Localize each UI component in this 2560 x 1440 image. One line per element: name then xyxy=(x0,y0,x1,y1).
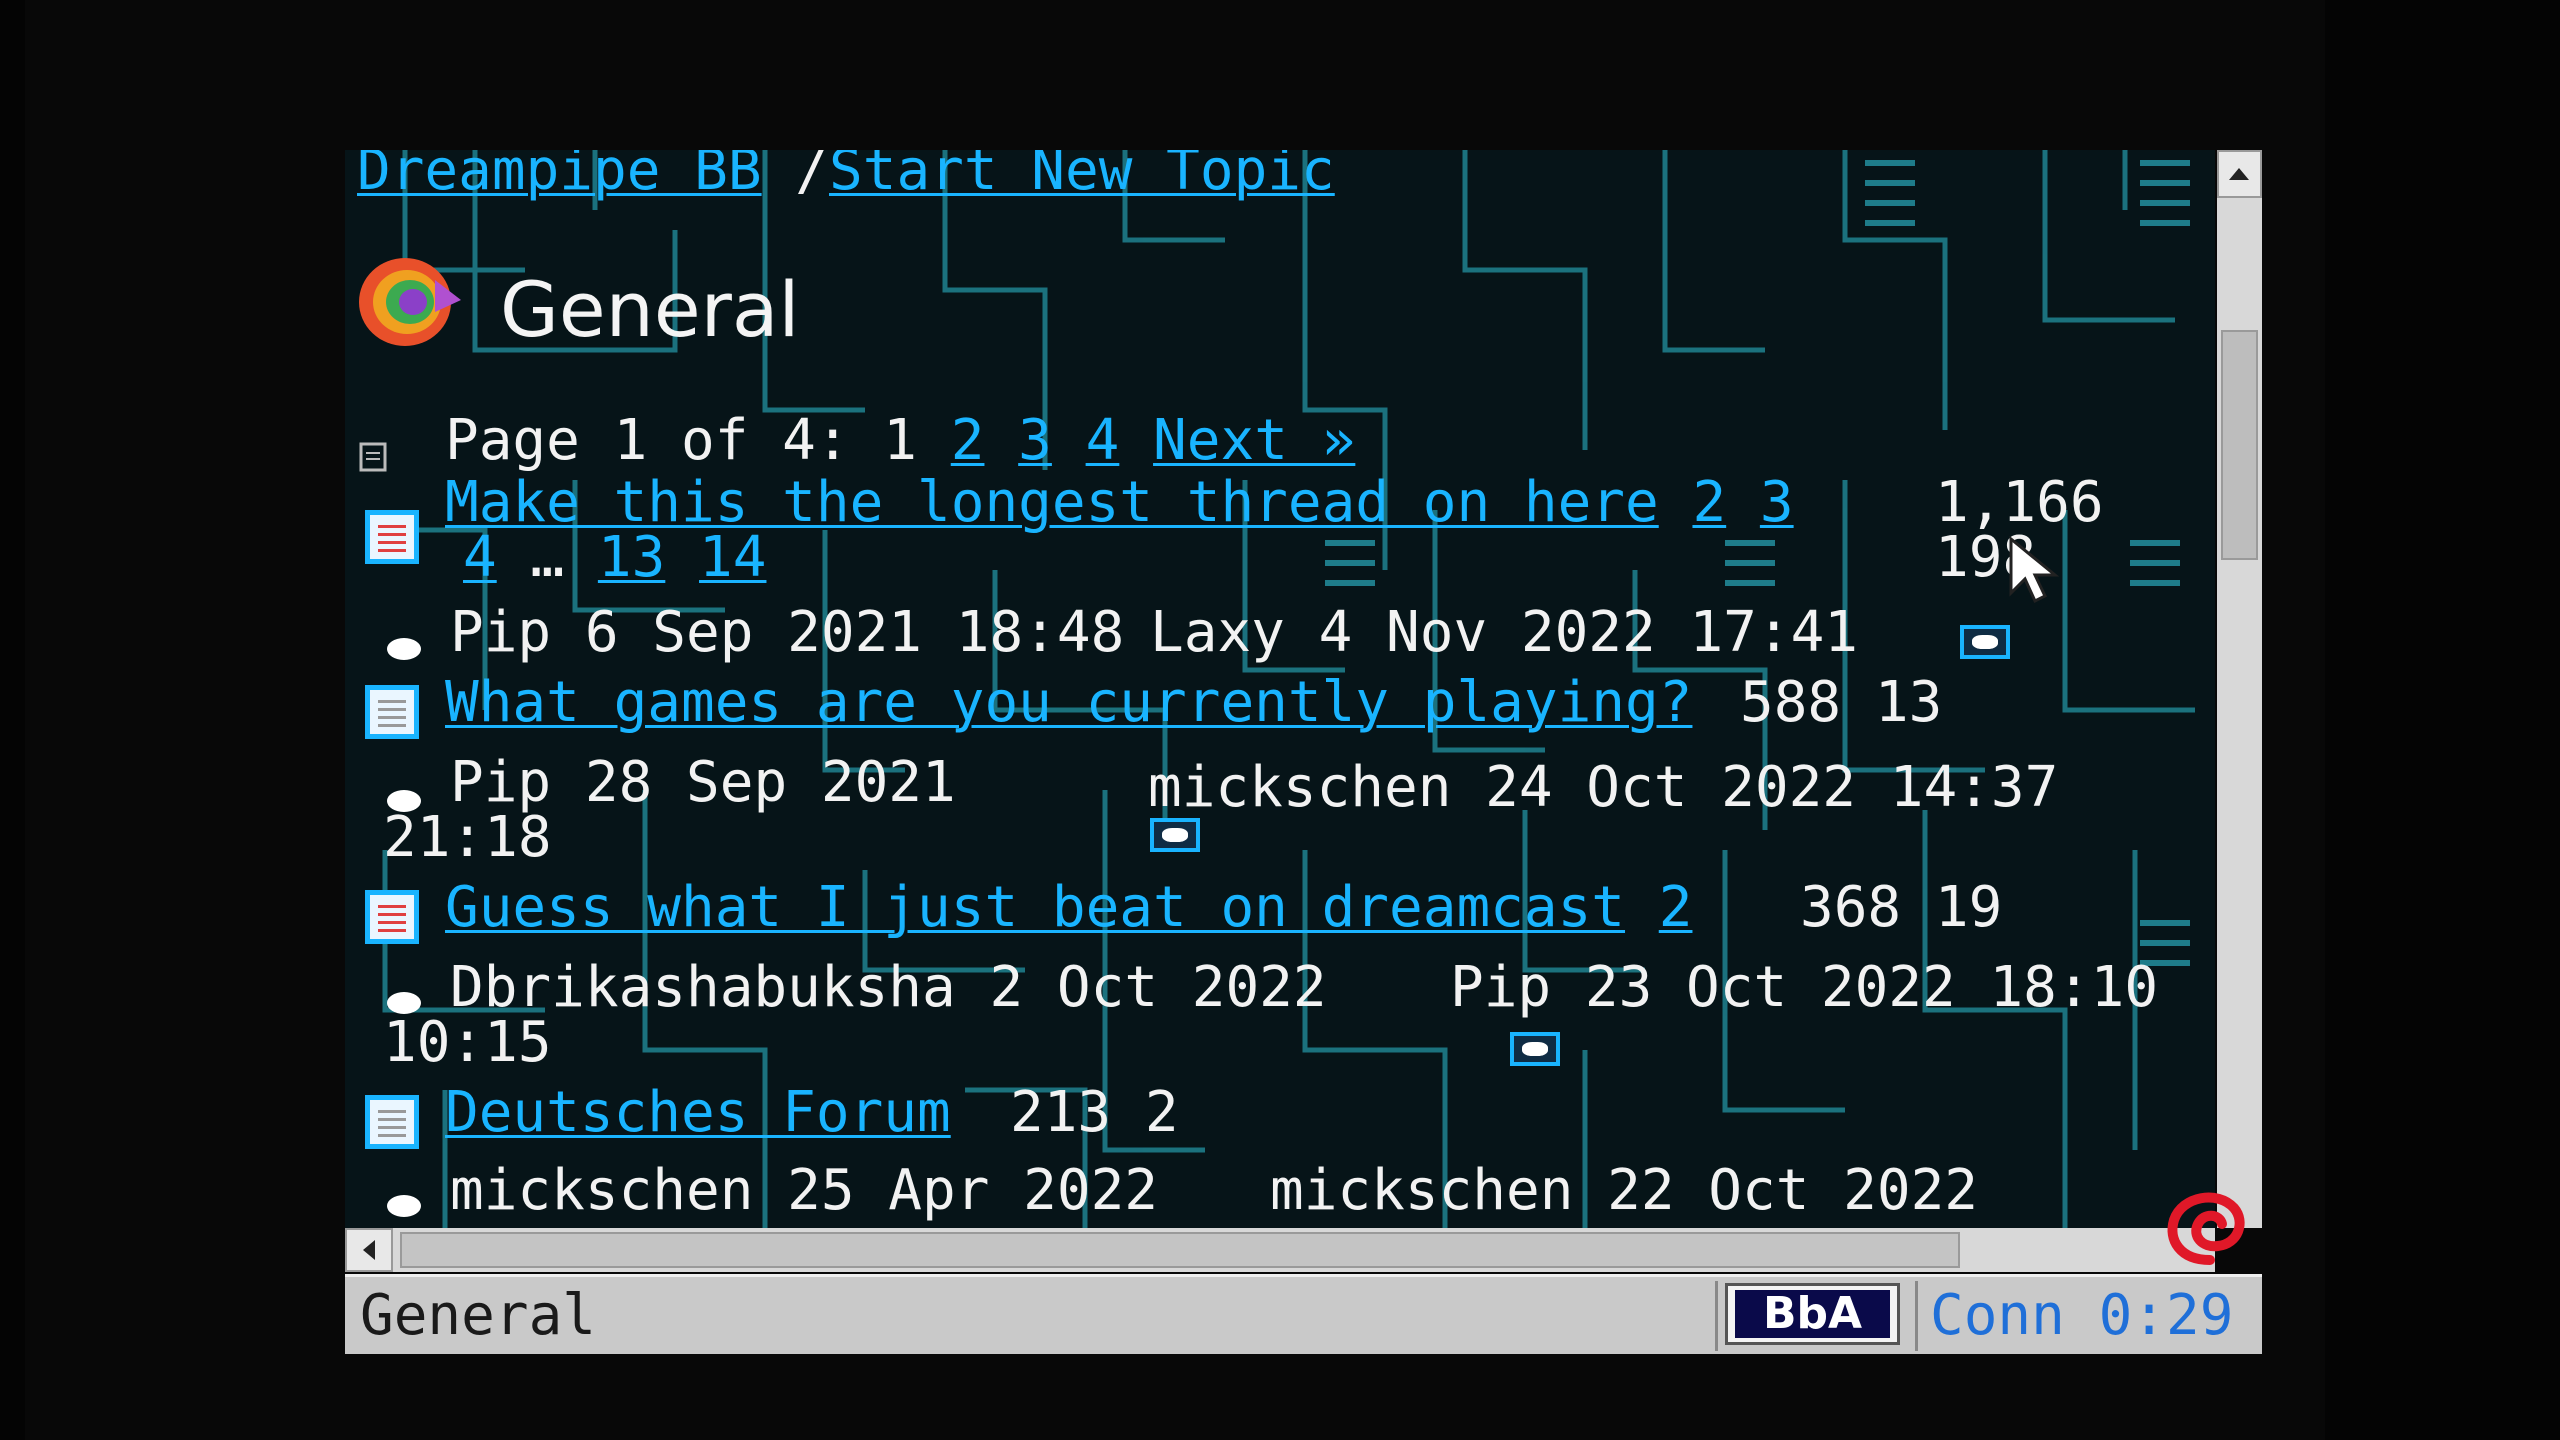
topic-4-started: 25 Apr 2022 xyxy=(787,1158,1159,1223)
topic-4-author: mickschen xyxy=(450,1158,754,1223)
topic-4-last-date: 22 Oct 2022 xyxy=(1607,1158,1979,1223)
hot-topic-icon xyxy=(365,890,419,944)
topic-3-last-date: 23 Oct 2022 18:10 xyxy=(1584,955,2159,1020)
scroll-up-button[interactable] xyxy=(2217,150,2262,198)
mouse-cursor-icon xyxy=(2009,535,2060,604)
topic-2-views: 588 xyxy=(1740,670,1842,735)
topic-1-last: Laxy 4 Nov 2022 17:41 xyxy=(1150,600,1858,665)
status-bar: General BbA Conn 0:29 xyxy=(345,1274,2262,1354)
forum-logo-icon xyxy=(359,258,461,346)
topic-2-stats: 588 13 xyxy=(1740,670,1942,735)
last-post-button[interactable] xyxy=(1510,1032,1560,1066)
topic-1-meta: Pip 6 Sep 2021 18:48 xyxy=(450,600,1124,665)
topic-1-page-14[interactable]: 14 xyxy=(699,525,766,590)
topic-2-replies: 13 xyxy=(1874,670,1943,735)
bba-badge: BbA xyxy=(1725,1283,1900,1345)
topic-4-replies: 2 xyxy=(1144,1080,1179,1145)
browser-window: Dreampipe BB /Start New Topic General Pa… xyxy=(345,150,2262,1355)
topic-4-last-author: mickschen xyxy=(1270,1158,1574,1223)
topic-2-started-time: 21:18 xyxy=(383,805,552,870)
topic-4-stats: 213 2 xyxy=(1010,1080,1179,1145)
page-content: Dreampipe BB /Start New Topic General Pa… xyxy=(345,150,2215,1228)
topic-1-page-2[interactable]: 2 xyxy=(1692,470,1726,535)
topic-1-pages-line2: 4 … 13 14 xyxy=(463,525,766,590)
topic-4-meta: mickschen 25 Apr 2022 xyxy=(450,1158,1158,1223)
page-viewport: Dreampipe BB /Start New Topic General Pa… xyxy=(345,150,2215,1228)
topic-icon xyxy=(365,685,419,739)
vertical-scrollbar[interactable] xyxy=(2217,150,2262,1228)
topic-3-meta: Dbrikashabuksha 2 Oct 2022 xyxy=(450,955,1327,1020)
topic-1-author: Pip xyxy=(450,600,552,665)
topic-3-replies: 19 xyxy=(1934,875,2003,940)
last-post-button[interactable] xyxy=(1150,818,1200,852)
topic-1-started: 6 Sep 2021 18:48 xyxy=(584,600,1125,665)
horizontal-scrollbar[interactable] xyxy=(345,1228,2215,1272)
dreamcast-swirl-icon xyxy=(2167,1192,2245,1265)
connection-timer: Conn 0:29 xyxy=(1930,1283,2234,1348)
page-icon xyxy=(359,442,387,472)
topic-3-started: 2 Oct 2022 xyxy=(989,955,1327,1020)
topic-2-started: 28 Sep 2021 xyxy=(584,750,956,815)
topic-1-page-13[interactable]: 13 xyxy=(598,525,665,590)
pagination-page-2[interactable]: 2 xyxy=(951,408,985,473)
pagination-label: Page 1 of 4: xyxy=(445,408,850,473)
topic-3-stats: 368 19 xyxy=(1800,875,2002,940)
scroll-left-button[interactable] xyxy=(345,1228,393,1272)
topic-1-ellipsis: … xyxy=(530,525,565,590)
topic-2-title-link[interactable]: What games are you currently playing? xyxy=(445,670,1692,735)
status-page-title: General xyxy=(360,1283,597,1348)
topic-1-page-3[interactable]: 3 xyxy=(1760,470,1794,535)
start-new-topic-link[interactable]: Start New Topic xyxy=(829,150,1335,203)
topic-1-page-4[interactable]: 4 xyxy=(463,525,497,590)
topic-3-last-author: Pip xyxy=(1450,955,1552,1020)
arrow-up-icon xyxy=(2229,168,2249,180)
status-divider xyxy=(1715,1281,1718,1351)
pagination-page-4[interactable]: 4 xyxy=(1086,408,1120,473)
topic-1-last-author: Laxy xyxy=(1150,600,1285,665)
topic-3-started-time: 10:15 xyxy=(383,1010,552,1075)
topic-2-last: mickschen 24 Oct 2022 14:37 xyxy=(1148,755,2058,820)
horizontal-scroll-thumb[interactable] xyxy=(400,1232,1960,1268)
tv-frame: Dreampipe BB /Start New Topic General Pa… xyxy=(25,0,2325,1440)
topic-4-last: mickschen 22 Oct 2022 xyxy=(1270,1158,1978,1223)
pagination-next-link[interactable]: Next » xyxy=(1153,408,1355,473)
topic-3-page-2[interactable]: 2 xyxy=(1659,875,1693,940)
pagination-page-3[interactable]: 3 xyxy=(1018,408,1052,473)
topic-2-line: What games are you currently playing? xyxy=(445,670,1692,735)
topic-3-last: Pip 23 Oct 2022 18:10 xyxy=(1450,955,2158,1020)
forum-title: General xyxy=(500,265,800,354)
last-post-button[interactable] xyxy=(1960,625,2010,659)
topic-3-line: Guess what I just beat on dreamcast 2 xyxy=(445,875,1692,940)
comment-icon xyxy=(387,638,421,660)
topic-4-line: Deutsches Forum xyxy=(445,1080,951,1145)
topic-4-title-link[interactable]: Deutsches Forum xyxy=(445,1080,951,1145)
status-divider xyxy=(1915,1281,1918,1351)
comment-icon xyxy=(387,1195,421,1217)
pagination-current: 1 xyxy=(883,408,918,473)
pagination: Page 1 of 4: 1 2 3 4 Next » xyxy=(445,408,1355,473)
breadcrumb-separator: / xyxy=(795,150,830,203)
topic-2-last-date: 24 Oct 2022 14:37 xyxy=(1485,755,2059,820)
topic-3-views: 368 xyxy=(1800,875,1902,940)
breadcrumb: Dreampipe BB /Start New Topic xyxy=(357,150,1335,203)
breadcrumb-home-link[interactable]: Dreampipe BB xyxy=(357,150,762,203)
topic-icon xyxy=(365,1095,419,1149)
topic-3-title-link[interactable]: Guess what I just beat on dreamcast xyxy=(445,875,1625,940)
topic-4-views: 213 xyxy=(1010,1080,1112,1145)
hot-topic-icon xyxy=(365,510,419,564)
topic-2-last-author: mickschen xyxy=(1148,755,1452,820)
topic-1-last-date: 4 Nov 2022 17:41 xyxy=(1318,600,1859,665)
arrow-left-icon xyxy=(363,1240,375,1260)
bba-badge-label: BbA xyxy=(1735,1290,1890,1338)
vertical-scroll-thumb[interactable] xyxy=(2221,330,2258,560)
